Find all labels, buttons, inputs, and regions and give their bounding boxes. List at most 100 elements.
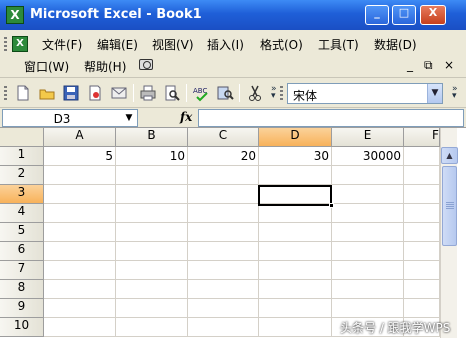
grid-cell[interactable] (116, 185, 188, 204)
column-header-a[interactable]: A (44, 128, 116, 147)
vertical-scrollbar[interactable]: ▲ (440, 128, 458, 338)
grid-cell[interactable] (188, 299, 259, 318)
grid-cell[interactable] (404, 166, 440, 185)
menu-file[interactable]: 文件(F) (42, 36, 82, 53)
menu-grip[interactable] (4, 37, 7, 51)
grid-cell[interactable] (116, 261, 188, 280)
row-header-10[interactable]: 10 (0, 318, 44, 337)
menu-tools[interactable]: 工具(T) (318, 36, 359, 53)
grid-cell[interactable] (404, 242, 440, 261)
grid-cell[interactable] (259, 242, 332, 261)
grid-cell[interactable] (259, 223, 332, 242)
doc-restore-button[interactable]: ⧉ (424, 58, 433, 73)
scroll-up-icon[interactable]: ▲ (441, 147, 458, 164)
grid-cell[interactable] (332, 280, 404, 299)
close-button[interactable]: X (420, 5, 446, 25)
grid-cell[interactable] (404, 299, 440, 318)
maximize-button[interactable]: □ (392, 5, 416, 25)
grid-cell[interactable] (332, 223, 404, 242)
row-header-4[interactable]: 4 (0, 204, 44, 223)
scroll-thumb[interactable] (442, 166, 457, 246)
permission-icon[interactable] (86, 84, 104, 102)
cell-e1[interactable]: 30000 (332, 147, 404, 166)
grid-cell[interactable] (404, 280, 440, 299)
print-icon[interactable] (139, 84, 157, 102)
grid-cell[interactable] (259, 204, 332, 223)
toolbar-more-icon[interactable]: » ▾ (452, 85, 462, 101)
grid-cell[interactable] (44, 280, 116, 299)
grid-cell[interactable] (259, 166, 332, 185)
grid-cell[interactable] (44, 185, 116, 204)
minimize-button[interactable]: _ (365, 5, 389, 25)
select-all-button[interactable] (0, 128, 44, 147)
menu-insert[interactable]: 插入(I) (207, 36, 244, 53)
grid-cell[interactable] (404, 147, 440, 166)
cell-b1[interactable]: 10 (116, 147, 188, 166)
grid-cell[interactable] (116, 299, 188, 318)
row-header-8[interactable]: 8 (0, 280, 44, 299)
grid-cell[interactable] (259, 299, 332, 318)
grid-cell[interactable] (188, 242, 259, 261)
research-icon[interactable] (216, 84, 234, 102)
email-icon[interactable] (110, 84, 128, 102)
menu-help[interactable]: 帮助(H) (84, 58, 126, 75)
new-icon[interactable] (14, 84, 32, 102)
name-box-dropdown-icon[interactable]: ▼ (122, 111, 136, 125)
grid-cell[interactable] (44, 318, 116, 337)
cell-a1[interactable]: 5 (44, 147, 116, 166)
grid-cell[interactable] (44, 223, 116, 242)
grid-cell[interactable] (116, 223, 188, 242)
grid-cell[interactable] (116, 242, 188, 261)
print-preview-icon[interactable] (163, 84, 181, 102)
row-header-7[interactable]: 7 (0, 261, 44, 280)
grid-cell[interactable] (188, 280, 259, 299)
save-icon[interactable] (62, 84, 80, 102)
grid-cell[interactable] (44, 242, 116, 261)
row-header-3[interactable]: 3 (0, 185, 44, 204)
grid-cell[interactable] (259, 280, 332, 299)
row-header-9[interactable]: 9 (0, 299, 44, 318)
menu-view[interactable]: 视图(V) (152, 36, 194, 53)
row-header-1[interactable]: 1 (0, 147, 44, 166)
formula-input[interactable] (198, 109, 464, 127)
menu-edit[interactable]: 编辑(E) (97, 36, 138, 53)
grid-cell[interactable] (188, 204, 259, 223)
column-header-d[interactable]: D (259, 128, 332, 147)
spelling-icon[interactable]: ABC (192, 84, 210, 102)
menu-data[interactable]: 数据(D) (374, 36, 417, 53)
doc-minimize-button[interactable]: _ (407, 58, 413, 72)
grid-cell[interactable] (404, 223, 440, 242)
grid-cell[interactable] (188, 185, 259, 204)
column-header-b[interactable]: B (116, 128, 188, 147)
grid-cell[interactable] (116, 280, 188, 299)
fill-handle[interactable] (329, 203, 334, 208)
grid-cell[interactable] (332, 242, 404, 261)
menu-window[interactable]: 窗口(W) (24, 58, 69, 75)
cut-icon[interactable] (246, 84, 264, 102)
workbook-icon[interactable]: X (12, 36, 28, 52)
open-icon[interactable] (38, 84, 56, 102)
cell-c1[interactable]: 20 (188, 147, 259, 166)
cell-d1[interactable]: 30 (259, 147, 332, 166)
toolbar-grip[interactable] (4, 86, 7, 102)
grid-cell[interactable] (116, 166, 188, 185)
grid-cell[interactable] (404, 185, 440, 204)
grid-cell[interactable] (188, 223, 259, 242)
row-header-6[interactable]: 6 (0, 242, 44, 261)
grid-cell[interactable] (332, 166, 404, 185)
grid-cell[interactable] (332, 204, 404, 223)
grid-cell[interactable] (188, 166, 259, 185)
column-header-f[interactable]: F (404, 128, 440, 147)
font-name-select[interactable]: 宋体 ▼ (287, 83, 443, 104)
chevron-down-icon[interactable]: ▼ (427, 84, 442, 103)
grid-cell[interactable] (44, 299, 116, 318)
grid-cell[interactable] (332, 261, 404, 280)
grid-cell[interactable] (188, 261, 259, 280)
row-header-5[interactable]: 5 (0, 223, 44, 242)
grid-cell[interactable] (44, 261, 116, 280)
grid-cell[interactable] (404, 261, 440, 280)
column-header-c[interactable]: C (188, 128, 259, 147)
grid-cell[interactable] (188, 318, 259, 337)
grid-cell[interactable] (44, 204, 116, 223)
excel-icon[interactable]: X (6, 6, 24, 24)
